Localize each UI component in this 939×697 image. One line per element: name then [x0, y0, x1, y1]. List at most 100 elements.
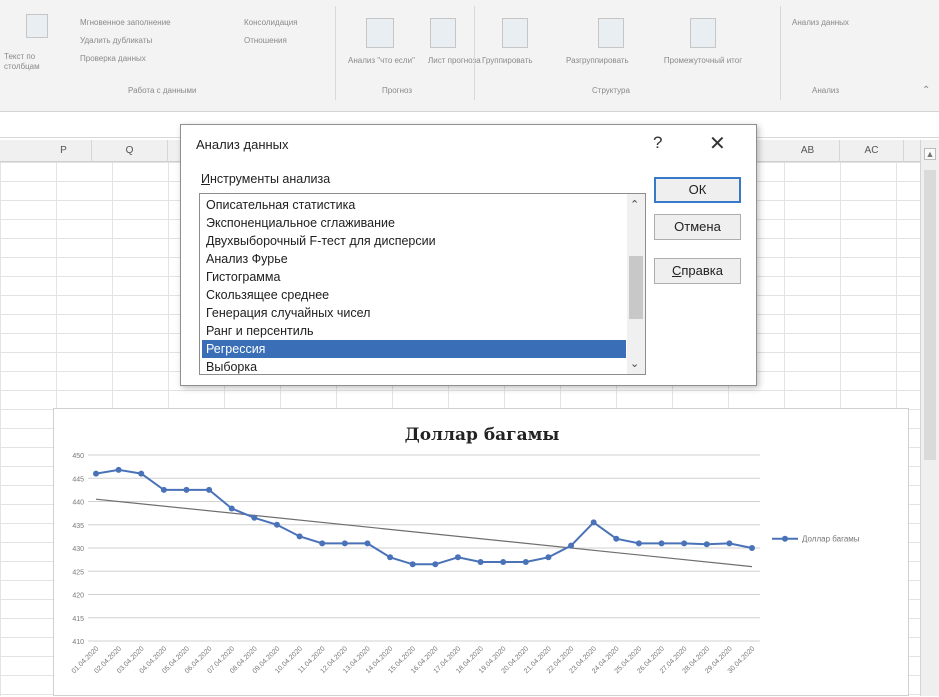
scroll-down-icon[interactable]: ⌄: [630, 357, 639, 370]
y-tick-label: 420: [72, 593, 84, 600]
y-tick-label: 410: [72, 639, 84, 646]
list-item[interactable]: Ранг и персентиль: [202, 322, 626, 340]
data-point: [206, 486, 213, 493]
column-header-p[interactable]: P: [36, 140, 92, 162]
list-item[interactable]: Анализ Фурье: [202, 250, 626, 268]
list-item[interactable]: Описательная статистика: [202, 196, 626, 214]
flash-fill-button[interactable]: Мгновенное заполнение: [80, 18, 171, 28]
forecast-sheet-button[interactable]: Лист прогноза: [428, 56, 481, 66]
trendline: [95, 498, 753, 568]
text-to-columns-button[interactable]: Текст по столбцам: [4, 52, 64, 72]
column-header-ab[interactable]: AB: [776, 140, 840, 162]
group-button[interactable]: Группировать: [482, 56, 533, 66]
group-label-forecast: Прогноз: [382, 86, 413, 95]
list-item[interactable]: Генерация случайных чисел: [202, 304, 626, 322]
data-point: [681, 540, 688, 547]
data-point: [658, 540, 665, 547]
tools-label-mnemonic: И: [201, 172, 210, 186]
data-point: [545, 554, 552, 561]
line-chart[interactable]: Доллар багамы 410 415 420 425 430 435 440 445 45…: [53, 408, 909, 696]
scroll-up-icon[interactable]: ▲: [924, 148, 936, 160]
help-icon[interactable]: ?: [653, 133, 662, 153]
group-label-data-tools: Работа с данными: [128, 86, 197, 95]
list-item[interactable]: Скользящее среднее: [202, 286, 626, 304]
ok-button[interactable]: ОК: [654, 177, 741, 203]
group-icon[interactable]: [502, 18, 528, 48]
data-point: [590, 519, 597, 526]
collapse-ribbon-icon[interactable]: ⌃: [922, 86, 930, 96]
list-scrollbar[interactable]: ⌃ ⌄: [627, 194, 645, 374]
data-point: [749, 545, 755, 551]
remove-duplicates-button[interactable]: Удалить дубликаты: [80, 36, 152, 46]
data-point: [160, 486, 167, 493]
data-point: [183, 486, 190, 493]
y-tick-label: 435: [72, 523, 84, 530]
data-validation-button[interactable]: Проверка данных: [80, 54, 146, 64]
consolidate-button[interactable]: Консолидация: [244, 18, 298, 28]
scroll-up-icon[interactable]: ⌃: [630, 198, 639, 211]
scrollbar-thumb[interactable]: [924, 170, 936, 460]
data-point: [477, 558, 484, 565]
tools-label-text: нструменты анализа: [209, 172, 331, 186]
data-point: [613, 535, 620, 542]
group-separator: [335, 6, 336, 100]
data-point: [568, 542, 575, 549]
data-point: [115, 466, 122, 473]
data-point: [454, 554, 461, 561]
what-if-icon[interactable]: [366, 18, 394, 48]
data-point: [138, 470, 145, 477]
data-point: [296, 533, 303, 540]
ungroup-button[interactable]: Разгруппировать: [566, 56, 629, 66]
data-point: [341, 540, 348, 547]
data-analysis-dialog: Анализ данных ? ✕ Инструменты анализа Оп…: [180, 124, 757, 386]
y-tick-label: 430: [72, 546, 84, 553]
relationships-button[interactable]: Отношения: [244, 36, 287, 46]
list-item[interactable]: Гистограмма: [202, 268, 626, 286]
data-point: [319, 540, 326, 547]
y-tick-label: 445: [72, 476, 84, 483]
legend-marker: [782, 535, 788, 542]
list-item[interactable]: Экспоненциальное сглаживание: [202, 214, 626, 232]
y-tick-label: 440: [72, 500, 84, 507]
data-point: [228, 505, 235, 512]
analysis-tools-label: Инструменты анализа: [201, 172, 330, 186]
what-if-button[interactable]: Анализ "что если": [348, 56, 415, 66]
close-icon[interactable]: ✕: [709, 131, 726, 156]
ribbon: Текст по столбцам Мгновенное заполнение …: [0, 0, 939, 112]
column-header-ac[interactable]: AC: [840, 140, 904, 162]
cancel-button[interactable]: Отмена: [654, 214, 741, 240]
data-point: [432, 561, 439, 568]
list-scrollbar-thumb[interactable]: [629, 256, 643, 319]
data-point: [364, 540, 371, 547]
help-button[interactable]: Справка: [654, 258, 741, 284]
group-separator: [474, 6, 475, 100]
data-analysis-button[interactable]: Анализ данных: [792, 18, 849, 28]
data-point: [635, 540, 642, 547]
subtotal-button[interactable]: Промежуточный итог: [658, 56, 748, 66]
dialog-title: Анализ данных: [196, 137, 289, 152]
data-point: [273, 521, 280, 528]
y-tick-label: 415: [72, 616, 84, 623]
y-tick-label: 425: [72, 569, 84, 576]
ungroup-icon[interactable]: [598, 18, 624, 48]
subtotal-icon[interactable]: [690, 18, 716, 48]
y-tick-label: 450: [72, 453, 84, 460]
forecast-sheet-icon[interactable]: [430, 18, 456, 48]
data-point: [251, 514, 258, 521]
data-point: [387, 554, 394, 561]
list-item[interactable]: Выборка: [202, 358, 626, 374]
chart-plot: 41041542042543043544044545001.04.202002.…: [71, 453, 860, 675]
data-point: [93, 470, 99, 477]
text-to-columns-icon[interactable]: [26, 14, 48, 38]
legend-label: Доллар багамы: [802, 535, 860, 544]
data-point: [726, 540, 733, 547]
vertical-scrollbar[interactable]: ▲: [920, 140, 939, 696]
group-label-outline: Структура: [592, 86, 630, 95]
list-item[interactable]: Двухвыборочный F-тест для дисперсии: [202, 232, 626, 250]
analysis-tools-list[interactable]: Описательная статистика Экспоненциальное…: [199, 193, 646, 375]
list-item-selected[interactable]: Регрессия: [202, 340, 626, 358]
data-point: [522, 558, 529, 565]
column-header-q[interactable]: Q: [92, 140, 168, 162]
help-button-mnemonic: С: [672, 263, 682, 278]
group-separator: [780, 6, 781, 100]
